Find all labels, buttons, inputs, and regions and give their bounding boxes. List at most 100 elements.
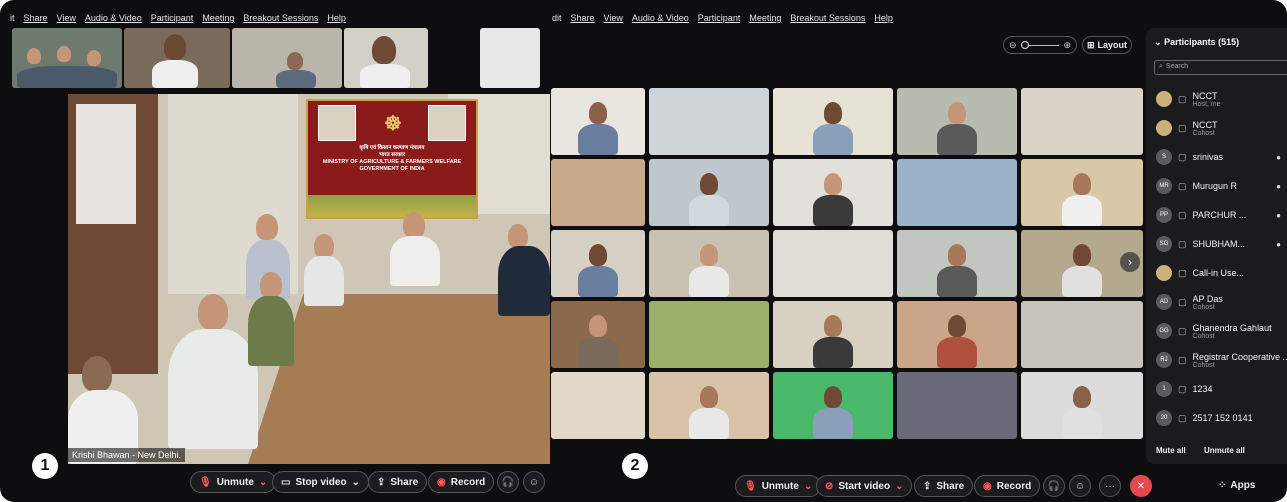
participant-video-tile[interactable] [773,301,893,368]
participant-video-tile[interactable] [551,301,645,368]
participant-body [1062,408,1102,439]
participant-video-tile[interactable] [1021,159,1143,226]
reactions-button[interactable]: ☺ [1069,475,1091,497]
participant-row[interactable]: GG ▢ Ghanendra Gahlaut Cohost [1156,318,1287,344]
share-label: Share [936,480,965,492]
thumbnail-video[interactable] [232,28,342,88]
participant-video-tile[interactable] [773,372,893,439]
leave-meeting-button[interactable]: ✕ [1130,475,1152,497]
unmute-button[interactable]: 🎙 Unmute ⌄ [735,475,822,497]
participant-video-tile[interactable] [1021,88,1143,155]
stop-video-button[interactable]: ▭ Stop video ⌄ [272,471,369,493]
thumbnail-video[interactable] [12,28,122,88]
menu-help[interactable]: Help [874,13,893,27]
thumbnail-video[interactable] [344,28,428,88]
menu-audio-video[interactable]: Audio & Video [85,13,142,27]
menu-audio-video[interactable]: Audio & Video [632,13,689,27]
participant-row[interactable]: ▢ NCCT Host, me [1156,86,1287,112]
record-icon: ◉ [437,476,446,488]
participant-video-tile[interactable] [649,301,769,368]
noise-removal-button[interactable]: 🎧 [497,471,519,493]
participant-row[interactable]: SG ▢ SHUBHAM... ● [1156,231,1287,257]
participant-video-tile[interactable] [649,230,769,297]
record-button[interactable]: ◉ Record [428,471,495,493]
participant-video-tile[interactable] [551,230,645,297]
participant-row[interactable]: PP ▢ PARCHUR ... ● [1156,202,1287,228]
mic-off-icon: 🎙 [744,480,757,492]
participant-video-tile[interactable] [897,159,1017,226]
participants-search[interactable]: ⌕ Search [1154,60,1287,75]
zoom-slider[interactable]: ⊖ ⊕ [1003,36,1077,54]
participants-title: Participants (515) [1164,37,1240,47]
video-grid [551,88,1143,440]
participant-role: Host, me [1192,100,1221,108]
share-button[interactable]: ⇪ Share [914,475,974,497]
avatar: RJ [1156,352,1172,368]
participant-body [689,408,729,439]
apps-button[interactable]: ⁘ Apps [1218,480,1255,491]
unmute-button[interactable]: 🎙 Unmute ⌄ [190,471,277,493]
participant-row[interactable]: 1 ▢ 1234 [1156,376,1287,402]
participant-body [813,408,853,439]
menu-breakout[interactable]: Breakout Sessions [243,13,318,27]
participant-video-tile[interactable] [897,230,1017,297]
participant-video-tile[interactable] [649,159,769,226]
noise-removal-button[interactable]: 🎧 [1043,475,1065,497]
thumbnail-video[interactable] [480,28,540,88]
participant-video-tile[interactable] [897,301,1017,368]
participants-header[interactable]: ⌄ Participants (515) [1154,37,1239,48]
participant-video-tile[interactable] [1021,372,1143,439]
participant-row[interactable]: RJ ▢ Registrar Cooperative ... Cohost [1156,347,1287,373]
menu-help[interactable]: Help [327,13,346,27]
participant-video-tile[interactable] [649,372,769,439]
participant-name-text: Ghanendra Gahlaut [1192,322,1272,333]
participant-row[interactable]: 20 ▢ 2517 152 0141 [1156,405,1287,431]
participant-row[interactable]: AD ▢ AP Das Cohost [1156,289,1287,315]
mute-all-button[interactable]: Mute all [1156,446,1186,455]
record-button[interactable]: ◉ Record [974,475,1041,497]
reactions-button[interactable]: ☺ [523,471,545,493]
menu-breakout[interactable]: Breakout Sessions [790,13,865,27]
participant-video-tile[interactable] [773,230,893,297]
next-page-button[interactable]: › [1120,252,1140,272]
participant-video-tile[interactable] [1021,301,1143,368]
participant-video-tile[interactable] [773,88,893,155]
participant-row[interactable]: MR ▢ Murugun R ● [1156,173,1287,199]
participant-video-tile[interactable] [773,159,893,226]
chevron-down-icon: ⌄ [895,480,904,492]
thumbnail-video[interactable] [124,28,230,88]
menu-participant[interactable]: Participant [151,13,194,27]
avatar: S [1156,149,1172,165]
menu-share[interactable]: Share [571,13,595,27]
avatar: SG [1156,236,1172,252]
menu-meeting[interactable]: Meeting [749,13,781,27]
layout-button[interactable]: ⊞ Layout [1082,36,1132,54]
participant-row[interactable]: ▢ NCCT Cohost [1156,115,1287,141]
participant-name: AP Das Cohost [1193,294,1223,311]
start-video-button[interactable]: ⊘ Start video ⌄ [816,475,913,497]
participant-video-tile[interactable] [897,88,1017,155]
participant-video-tile[interactable] [649,88,769,155]
participant-body [1062,266,1102,297]
share-button[interactable]: ⇪ Share [368,471,428,493]
menu-share[interactable]: Share [24,13,48,27]
participant-body [813,195,853,226]
unmute-all-button[interactable]: Unmute all [1204,446,1245,455]
menu-meeting[interactable]: Meeting [202,13,234,27]
stop-video-label: Stop video [295,476,347,488]
menu-view[interactable]: View [604,13,623,27]
participant-video-tile[interactable] [551,159,645,226]
participant-video-tile[interactable] [551,88,645,155]
participant-row[interactable]: S ▢ srinivas ● [1156,144,1287,170]
participant-video-tile[interactable] [551,372,645,439]
menu-view[interactable]: View [57,13,76,27]
participant-role: Cohost [1192,303,1215,311]
record-label: Record [996,480,1032,492]
participant-video-tile[interactable] [897,372,1017,439]
participant-face [1073,386,1091,408]
menu-participant[interactable]: Participant [698,13,741,27]
more-options-button[interactable]: ··· [1099,475,1121,497]
participant-role: Cohost [1192,332,1215,340]
main-video[interactable]: ☸ कृषि एवं किसान कल्याण मंत्रालय भारत सर… [68,94,550,464]
participant-row[interactable]: ▢ Call-in Use... [1156,260,1287,286]
